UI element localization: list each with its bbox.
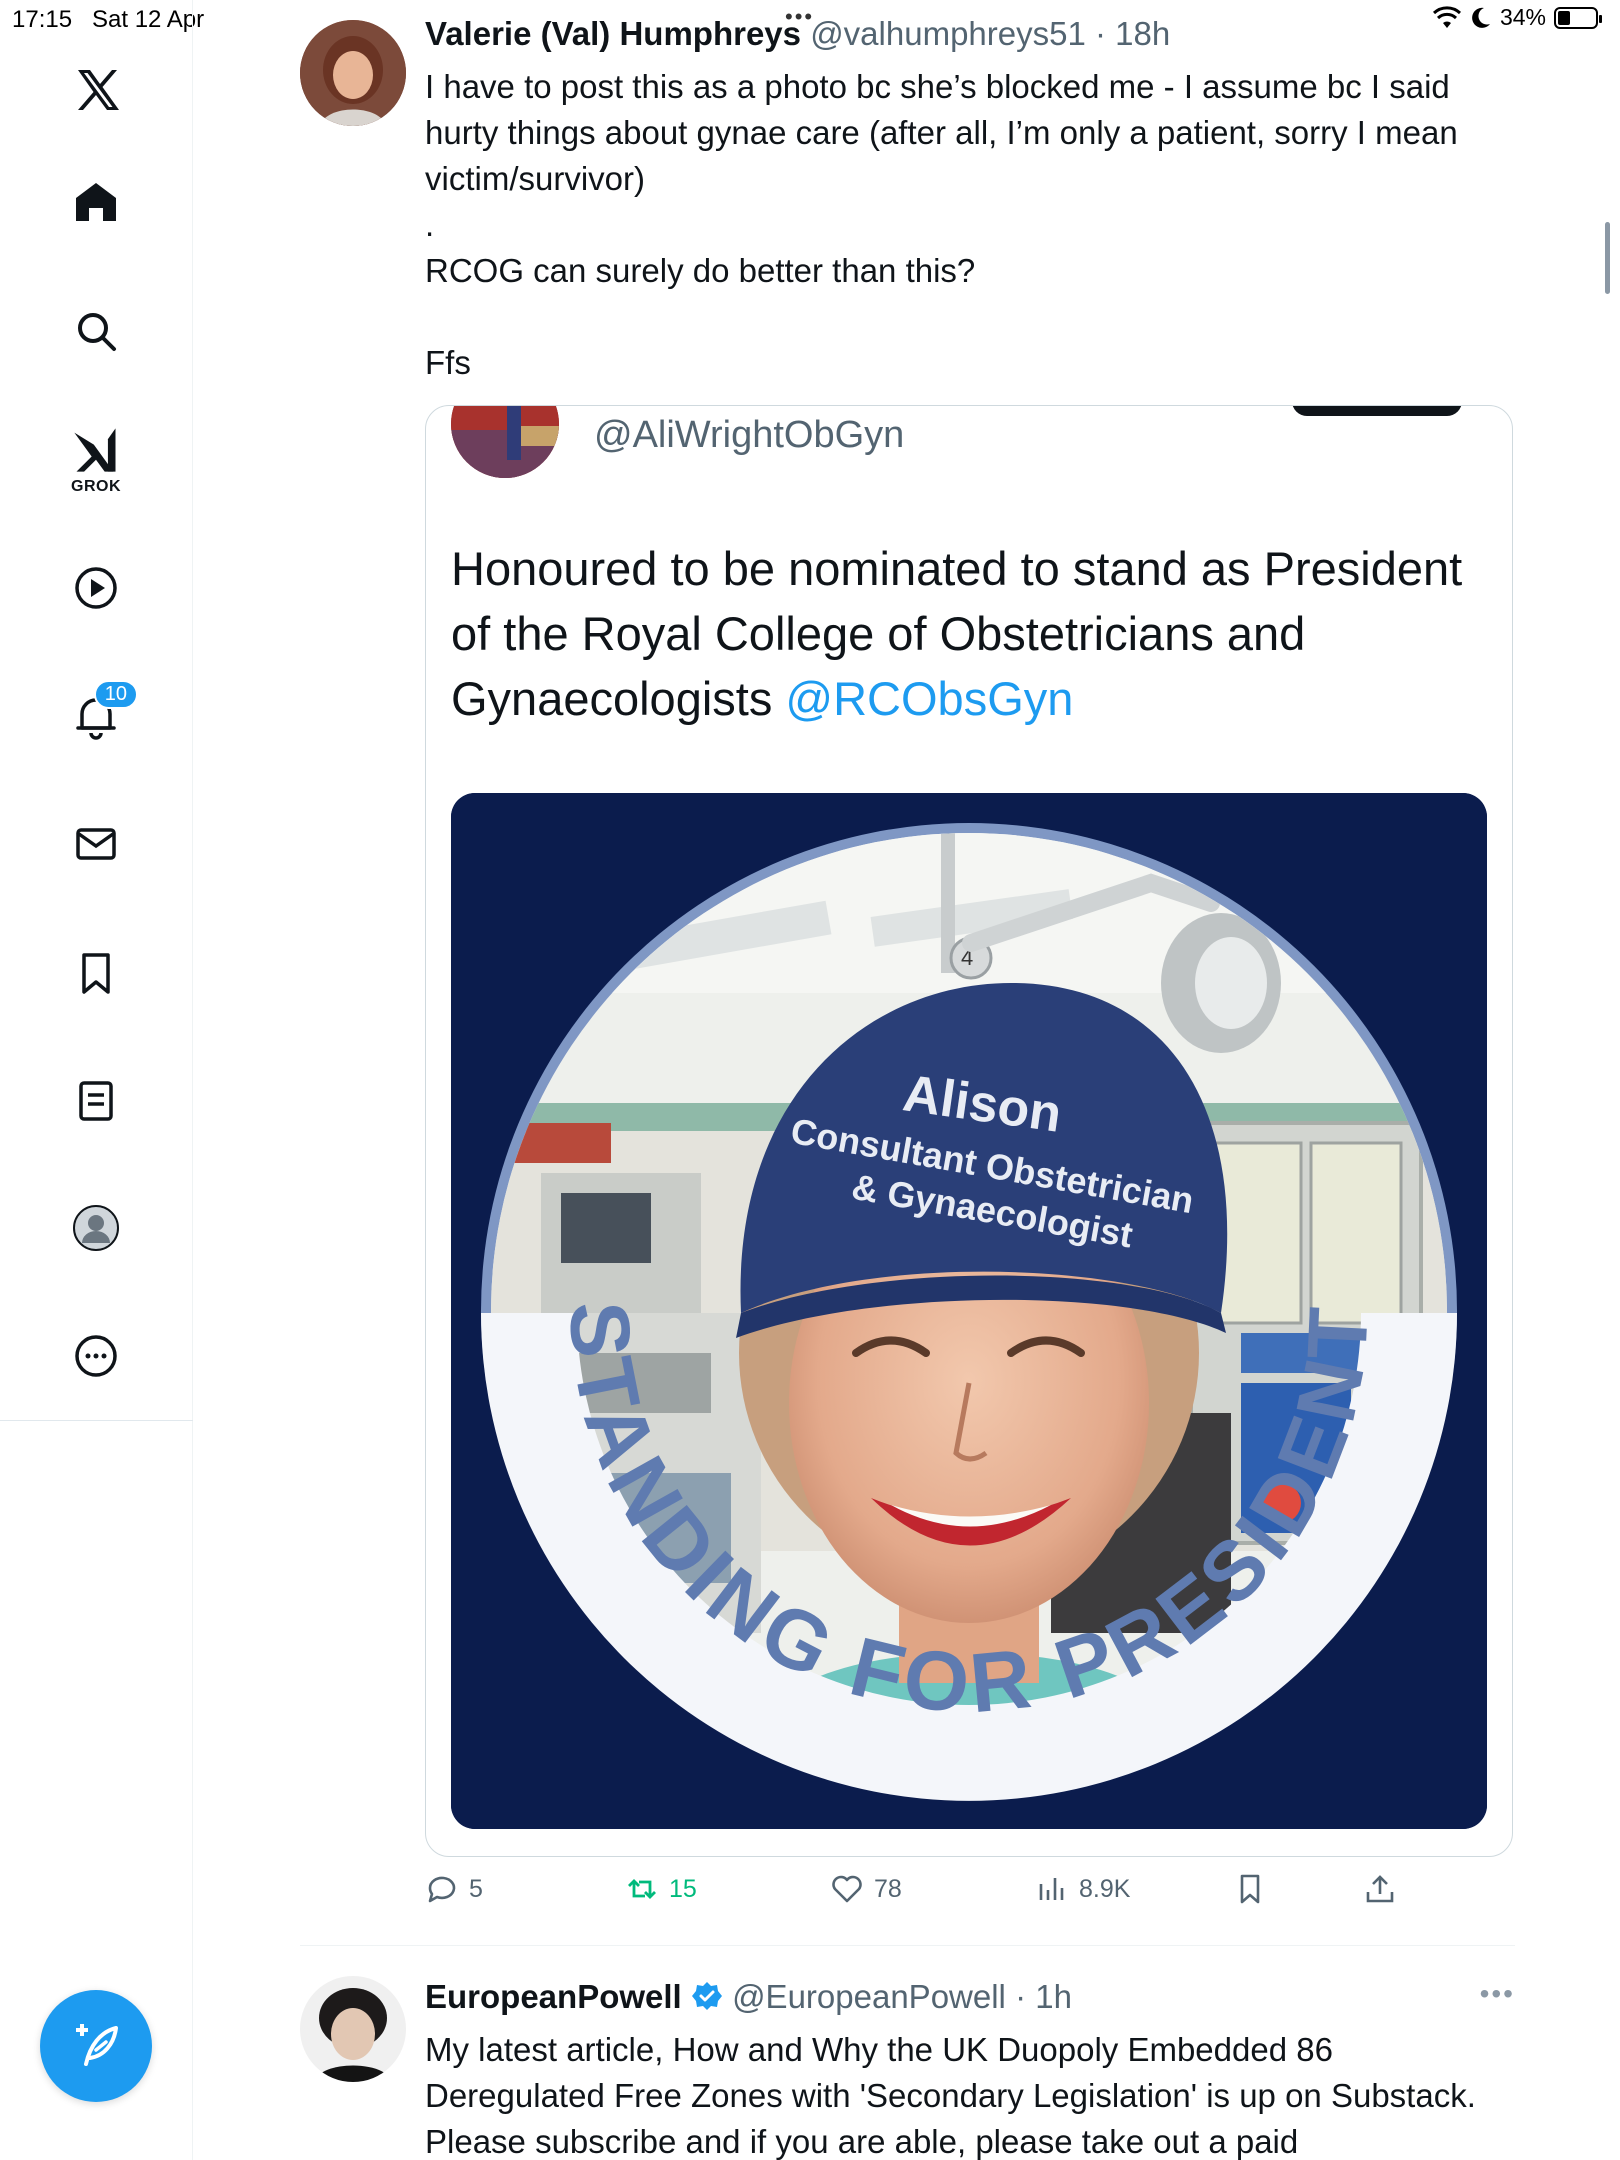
repost-count: 15 — [669, 1874, 697, 1903]
repost-button[interactable]: 15 — [625, 1872, 697, 1906]
reply-count: 5 — [469, 1874, 483, 1903]
author-handle[interactable]: @valhumphreys51 — [810, 15, 1086, 52]
bookmark-icon — [1240, 1874, 1260, 1904]
quoted-mention-link: @RCObsGyn — [785, 672, 1074, 725]
views-button[interactable]: 8.9K — [1035, 1872, 1130, 1906]
battery-icon — [1554, 6, 1602, 29]
moon-icon — [1472, 7, 1490, 28]
author-name[interactable]: Valerie (Val) Humphreys — [425, 15, 801, 52]
reply-icon — [428, 1876, 456, 1903]
tweet-body: My latest article, How and Why the UK Du… — [425, 2027, 1515, 2160]
x-logo-icon[interactable] — [56, 50, 136, 130]
author-avatar[interactable] — [300, 1976, 406, 2082]
status-indicators: 34% — [1432, 4, 1602, 31]
attached-photo-card[interactable]: @AliWrightObGyn Honoured to be nominated… — [425, 405, 1513, 1857]
bookmarks-icon[interactable] — [56, 933, 136, 1013]
scrollbar[interactable] — [1605, 222, 1610, 294]
tweet-actions-bar: 5 15 78 8.9K — [425, 1872, 1515, 1920]
tweet-separator — [300, 1945, 1515, 1946]
like-count: 78 — [874, 1874, 902, 1903]
lists-icon[interactable] — [56, 1061, 136, 1141]
author-name[interactable]: EuropeanPowell — [425, 1978, 682, 2015]
wifi-icon — [1432, 5, 1461, 28]
tweet-header: Valerie (Val) Humphreys @valhumphreys51 … — [425, 15, 1171, 52]
author-handle[interactable]: @EuropeanPowell — [732, 1978, 1006, 2015]
search-icon[interactable] — [56, 291, 136, 371]
grok-icon[interactable]: GROK — [56, 410, 136, 510]
tweet-text-line: Ffs — [425, 344, 471, 381]
tweet-text-line: RCOG can surely do better than this? — [425, 252, 976, 289]
notifications-bell-icon[interactable]: 10 — [56, 676, 138, 756]
more-options-icon[interactable]: ••• — [1480, 1978, 1515, 2010]
more-options-icon[interactable] — [56, 1316, 136, 1396]
views-count: 8.9K — [1079, 1874, 1131, 1903]
tweet-body: I have to post this as a photo bc she’s … — [425, 64, 1510, 386]
sidebar-divider — [0, 1420, 193, 1421]
tweet-time[interactable]: 18h — [1115, 15, 1170, 52]
views-chart-icon — [1039, 1878, 1064, 1900]
share-icon — [1366, 1875, 1394, 1903]
home-icon[interactable] — [56, 162, 136, 242]
campaign-photo-graphic: 4 Alison Consultant Obstetrician & Gynae… — [451, 793, 1487, 1829]
share-button[interactable] — [1363, 1872, 1397, 1906]
reply-button[interactable]: 5 — [425, 1872, 483, 1906]
quoted-tweet-text: Honoured to be nominated to stand as Pre… — [451, 536, 1496, 731]
author-avatar[interactable] — [300, 20, 406, 126]
tweet-text-line: My latest article, How and Why the UK Du… — [425, 2031, 1476, 2160]
tweet-text-line: . — [425, 206, 435, 243]
sidebar: GROK 10 — [0, 0, 193, 2160]
notification-badge: 10 — [93, 680, 138, 709]
tweet-text-line — [425, 294, 1510, 340]
compose-feather-icon — [76, 2024, 118, 2066]
tweet-time[interactable]: 1h — [1035, 1978, 1072, 2015]
battery-percent: 34% — [1499, 4, 1546, 30]
tweet-header: EuropeanPowell @EuropeanPowell · 1h — [425, 1978, 1072, 2015]
tweet-text-line: I have to post this as a photo bc she’s … — [425, 68, 1458, 197]
heart-icon — [832, 1875, 862, 1903]
verified-badge-icon — [691, 1982, 722, 2010]
campaign-photo[interactable]: 4 Alison Consultant Obstetrician & Gynae… — [451, 793, 1487, 1829]
like-button[interactable]: 78 — [830, 1872, 902, 1906]
quoted-follow-button — [1292, 406, 1462, 416]
video-play-icon[interactable] — [56, 548, 136, 628]
profile-avatar-icon[interactable] — [56, 1188, 136, 1268]
bookmark-button[interactable] — [1233, 1872, 1267, 1906]
repost-icon — [628, 1879, 656, 1899]
compose-post-button[interactable] — [40, 1990, 152, 2102]
grok-label: GROK — [71, 478, 121, 495]
battery-level — [1558, 10, 1571, 25]
messages-mail-icon[interactable] — [56, 804, 136, 884]
quoted-author-handle: @AliWrightObGyn — [594, 414, 905, 456]
quoted-author-avatar — [451, 406, 559, 478]
